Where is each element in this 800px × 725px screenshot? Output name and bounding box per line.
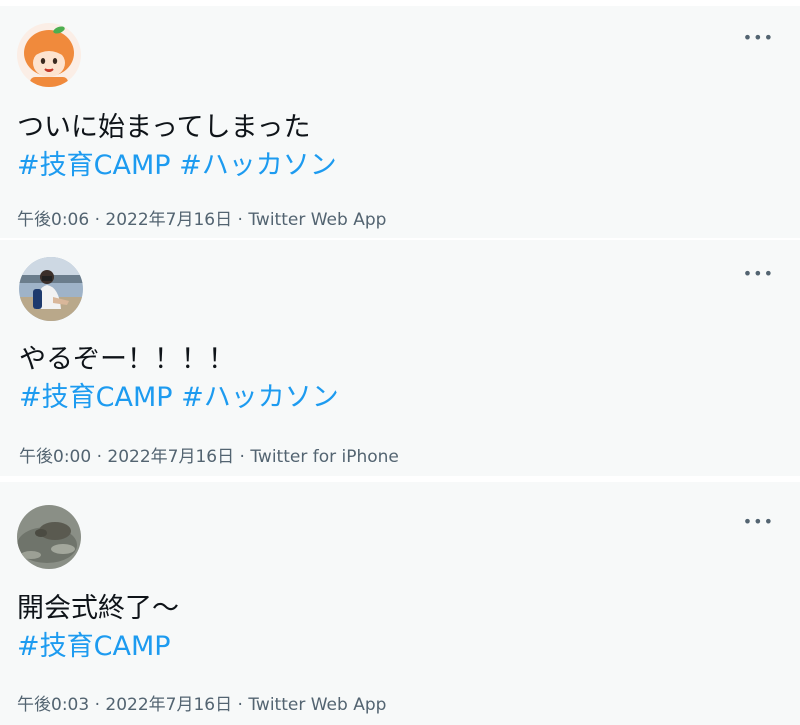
- tweet-1[interactable]: ••• ついに始まってしまった #技育CAMP #ハッカソン 午後0:06 · …: [0, 6, 800, 238]
- tweet-source[interactable]: Twitter Web App: [248, 695, 386, 715]
- tweet-source[interactable]: Twitter for iPhone: [250, 447, 399, 467]
- meta-separator: ·: [237, 695, 243, 715]
- user-avatar[interactable]: [17, 23, 81, 87]
- tweet-date[interactable]: 2022年7月16日: [107, 447, 234, 467]
- orange-mascot-icon: [17, 23, 81, 87]
- tweet-time[interactable]: 午後0:03: [17, 695, 89, 715]
- hashtag-link[interactable]: #技育CAMP: [17, 631, 171, 662]
- hashtag-link[interactable]: #ハッカソン: [179, 150, 337, 181]
- more-options-icon[interactable]: •••: [743, 30, 774, 46]
- tweet-body: やるぞー！！！！: [19, 344, 235, 375]
- tweet-3[interactable]: ••• 開会式終了～ #技育CAMP 午後0:03 · 2022年7月16日 ·…: [0, 482, 800, 725]
- meta-separator: ·: [237, 210, 243, 230]
- tweet-meta: 午後0:06 · 2022年7月16日 · Twitter Web App: [17, 205, 386, 230]
- more-options-icon[interactable]: •••: [743, 514, 774, 530]
- tweet-body: ついに始まってしまった: [17, 112, 311, 143]
- tweet-date[interactable]: 2022年7月16日: [105, 210, 232, 230]
- tweet-date[interactable]: 2022年7月16日: [105, 695, 232, 715]
- hashtag-link[interactable]: #技育CAMP: [17, 150, 171, 181]
- user-avatar[interactable]: [19, 257, 83, 321]
- tweet-time[interactable]: 午後0:06: [17, 210, 89, 230]
- tweet-text: ついに始まってしまった #技育CAMP #ハッカソン: [17, 109, 337, 185]
- user-avatar[interactable]: [17, 505, 81, 569]
- meta-separator: ·: [94, 210, 100, 230]
- tweet-body: 開会式終了～: [17, 593, 179, 624]
- tweet-text: 開会式終了～ #技育CAMP: [17, 590, 179, 666]
- hashtag-link[interactable]: #ハッカソン: [181, 382, 339, 413]
- meta-separator: ·: [239, 447, 245, 467]
- meta-separator: ·: [96, 447, 102, 467]
- animal-photo-icon: [17, 505, 81, 569]
- more-options-icon[interactable]: •••: [743, 266, 774, 282]
- tweet-source[interactable]: Twitter Web App: [248, 210, 386, 230]
- person-photo-icon: [19, 257, 83, 321]
- tweet-meta: 午後0:03 · 2022年7月16日 · Twitter Web App: [17, 690, 386, 715]
- tweet-2[interactable]: ••• やるぞー！！！！ #技育CAMP #ハッカソン 午後0:00 · 202…: [0, 240, 800, 476]
- tweet-time[interactable]: 午後0:00: [19, 447, 91, 467]
- meta-separator: ·: [94, 695, 100, 715]
- tweet-text: やるぞー！！！！ #技育CAMP #ハッカソン: [19, 341, 339, 417]
- tweet-meta: 午後0:00 · 2022年7月16日 · Twitter for iPhone: [19, 442, 399, 467]
- hashtag-link[interactable]: #技育CAMP: [19, 382, 173, 413]
